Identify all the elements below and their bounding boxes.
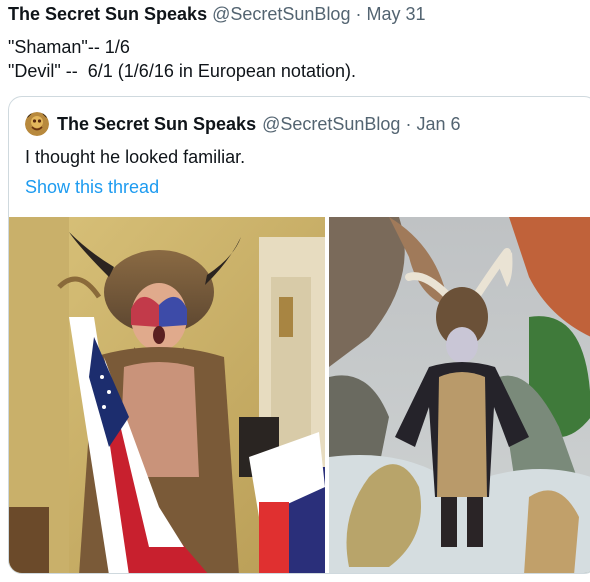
quoted-header: The Secret Sun Speaks @SecretSunBlog · J… [25, 111, 461, 137]
quoted-author-handle[interactable]: @SecretSunBlog [262, 114, 400, 135]
avatar-image-icon [25, 112, 49, 136]
photo-shaman-icon [9, 217, 325, 573]
photo-devil-costume[interactable] [329, 217, 590, 573]
quoted-author-name[interactable]: The Secret Sun Speaks [57, 114, 256, 135]
quoted-date[interactable]: Jan 6 [416, 114, 460, 135]
photo-devil-costume-icon [329, 217, 590, 573]
author-name[interactable]: The Secret Sun Speaks [8, 4, 207, 24]
tweet-date[interactable]: May 31 [367, 4, 426, 24]
author-handle[interactable]: @SecretSunBlog [212, 4, 350, 24]
photo-shaman[interactable] [9, 217, 325, 573]
show-thread-link[interactable]: Show this thread [25, 177, 159, 198]
avatar[interactable] [25, 112, 49, 136]
tweet-header: The Secret Sun Speaks @SecretSunBlog · M… [8, 4, 426, 25]
tweet-card[interactable]: The Secret Sun Speaks @SecretSunBlog · M… [0, 0, 590, 582]
separator-dot: · [355, 4, 362, 24]
quoted-text: I thought he looked familiar. [25, 147, 246, 167]
media-grid [9, 217, 590, 573]
quoted-tweet[interactable]: The Secret Sun Speaks @SecretSunBlog · J… [8, 96, 590, 574]
tweet-text-line: "Shaman"-- 1/6 [8, 37, 130, 57]
separator-dot: · [405, 113, 412, 134]
tweet-text-line: "Devil" -- 6/1 (1/6/16 in European notat… [8, 61, 356, 81]
